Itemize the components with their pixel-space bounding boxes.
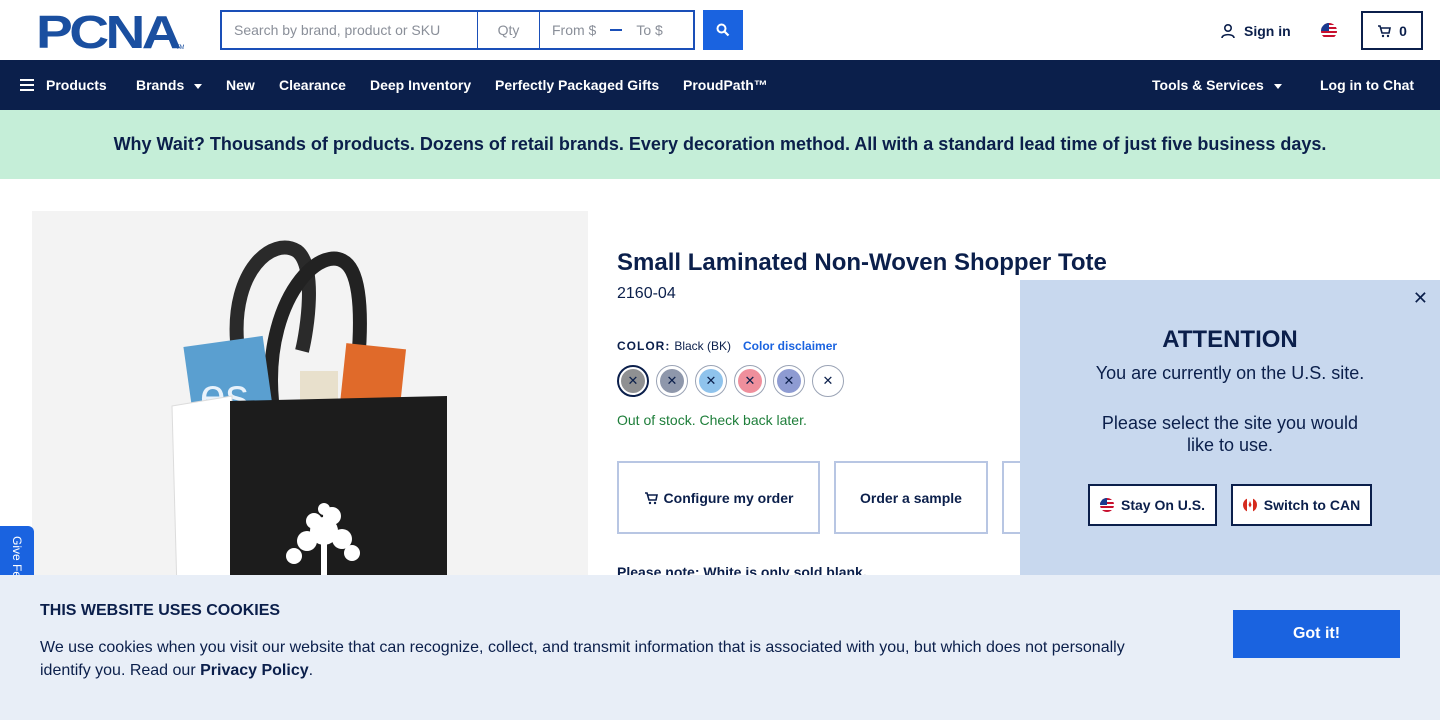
- cart-icon: [1378, 24, 1392, 37]
- chevron-down-icon: [1273, 83, 1282, 89]
- tote-bag-image: es: [32, 211, 588, 591]
- modal-title: ATTENTION: [1162, 326, 1298, 353]
- svg-text:PCNA: PCNA: [36, 12, 180, 50]
- chevron-down-icon: [194, 83, 203, 89]
- search-bar: Search by brand, product or SKU Qty From…: [220, 10, 695, 50]
- stay-us-label: Stay On U.S.: [1120, 497, 1206, 513]
- sign-in-link[interactable]: Sign in: [1220, 20, 1291, 42]
- color-swatch[interactable]: ✕: [617, 365, 649, 397]
- nav-gifts-label: Perfectly Packaged Gifts: [495, 77, 660, 93]
- canada-flag-icon: [1242, 498, 1257, 512]
- cookie-title: THIS WEBSITE USES COOKIES: [40, 602, 281, 619]
- qty-input[interactable]: Qty: [478, 12, 540, 48]
- configure-order-label: Configure my order: [663, 489, 794, 506]
- price-to-input[interactable]: To $: [636, 22, 662, 38]
- promo-banner: Why Wait? Thousands of products. Dozens …: [0, 110, 1440, 179]
- unavailable-x-icon: ✕: [621, 369, 645, 393]
- site-select-modal: ✕ ATTENTION You are currently on the U.S…: [1020, 280, 1440, 576]
- switch-can-button[interactable]: Switch to CAN: [1231, 484, 1372, 526]
- us-flag-icon[interactable]: [1321, 23, 1337, 39]
- cookie-text: We use cookies when you visit our websit…: [40, 636, 1160, 682]
- sign-in-label: Sign in: [1244, 23, 1291, 39]
- cookie-accept-button[interactable]: Got it!: [1233, 610, 1400, 658]
- color-selector-header: COLOR: Black (BK) Color disclaimer: [617, 339, 837, 353]
- search-input[interactable]: Search by brand, product or SKU: [222, 12, 478, 48]
- pcna-logo[interactable]: PCNA TM: [36, 12, 184, 50]
- nav-products[interactable]: Products: [20, 60, 107, 110]
- stock-status: Out of stock. Check back later.: [617, 412, 807, 428]
- promo-text: Why Wait? Thousands of products. Dozens …: [113, 134, 1327, 154]
- close-icon[interactable]: ✕: [1413, 288, 1428, 309]
- nav-brands-label: Brands: [136, 77, 185, 93]
- hamburger-icon: [20, 79, 34, 91]
- color-swatch[interactable]: ✕: [734, 365, 766, 397]
- nav-tools-label: Tools & Services: [1152, 77, 1264, 93]
- order-sample-label: Order a sample: [860, 489, 962, 506]
- search-button[interactable]: [703, 10, 743, 50]
- color-value: Black (BK): [674, 339, 732, 353]
- site-header: PCNA TM Search by brand, product or SKU …: [0, 0, 1440, 60]
- stay-us-button[interactable]: Stay On U.S.: [1088, 484, 1217, 526]
- nav-chat-label: Log in to Chat: [1320, 77, 1415, 93]
- modal-instruction: Please select the site you would like to…: [1101, 413, 1359, 455]
- svg-text:TM: TM: [176, 45, 184, 50]
- user-icon: [1221, 23, 1235, 39]
- nav-products-label: Products: [46, 77, 107, 93]
- configure-order-button[interactable]: Configure my order: [617, 461, 820, 534]
- product-image[interactable]: es: [32, 211, 588, 591]
- color-swatch[interactable]: ✕: [695, 365, 727, 397]
- nav-proudpath-label: ProudPath™: [683, 77, 768, 93]
- product-sku: 2160-04: [617, 285, 676, 302]
- price-range: From $ To $: [540, 12, 693, 48]
- cart-icon: [644, 491, 658, 504]
- color-swatch[interactable]: ✕: [773, 365, 805, 397]
- nav-clearance[interactable]: Clearance: [279, 60, 346, 110]
- unavailable-x-icon: ✕: [738, 369, 762, 393]
- color-label: COLOR:: [617, 339, 671, 353]
- cart-count: 0: [1399, 22, 1407, 39]
- nav-new[interactable]: New: [226, 60, 255, 110]
- product-title: Small Laminated Non-Woven Shopper Tote: [617, 249, 1107, 276]
- color-swatch[interactable]: ✕: [812, 365, 844, 397]
- nav-tools[interactable]: Tools & Services: [1152, 60, 1282, 110]
- order-sample-button[interactable]: Order a sample: [834, 461, 988, 534]
- cart-button[interactable]: 0: [1361, 11, 1423, 50]
- color-swatch[interactable]: ✕: [656, 365, 688, 397]
- color-disclaimer-link[interactable]: Color disclaimer: [743, 339, 837, 353]
- nav-chat[interactable]: Log in to Chat: [1320, 60, 1414, 110]
- search-icon: [716, 23, 730, 37]
- nav-deep-inventory-label: Deep Inventory: [370, 77, 472, 93]
- unavailable-x-icon: ✕: [777, 369, 801, 393]
- nav-brands[interactable]: Brands: [136, 60, 203, 110]
- unavailable-x-icon: ✕: [699, 369, 723, 393]
- nav-proudpath[interactable]: ProudPath™: [683, 60, 768, 110]
- price-from-input[interactable]: From $: [552, 22, 596, 38]
- unavailable-x-icon: ✕: [660, 369, 684, 393]
- color-swatches: ✕ ✕ ✕ ✕ ✕ ✕: [617, 365, 844, 397]
- switch-can-label: Switch to CAN: [1263, 497, 1361, 513]
- modal-current-site: You are currently on the U.S. site.: [1095, 363, 1365, 383]
- us-flag-icon: [1099, 498, 1114, 512]
- range-dash: [610, 29, 623, 31]
- main-nav: Products Brands New Clearance Deep Inven…: [0, 60, 1440, 110]
- nav-clearance-label: Clearance: [279, 77, 346, 93]
- nav-new-label: New: [226, 77, 255, 93]
- unavailable-x-icon: ✕: [816, 369, 840, 393]
- nav-gifts[interactable]: Perfectly Packaged Gifts: [495, 60, 659, 110]
- cookie-period: .: [308, 662, 314, 679]
- cookie-banner: THIS WEBSITE USES COOKIES We use cookies…: [0, 575, 1440, 720]
- nav-deep-inventory[interactable]: Deep Inventory: [370, 60, 471, 110]
- privacy-policy-link[interactable]: Privacy Policy: [200, 662, 309, 679]
